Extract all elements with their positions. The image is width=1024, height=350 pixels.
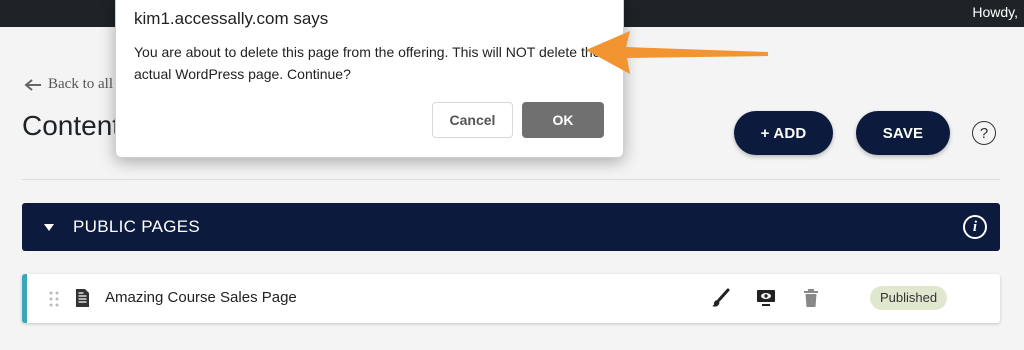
- info-icon[interactable]: i: [963, 215, 987, 239]
- ok-button[interactable]: OK: [522, 102, 604, 138]
- arrow-left-icon: [24, 78, 41, 91]
- page-title: Content: [22, 110, 121, 141]
- dialog-message: You are about to delete this page from t…: [134, 44, 601, 82]
- dialog-title: kim1.accessally.com says: [134, 9, 329, 28]
- divider: [22, 179, 1000, 180]
- trash-icon[interactable]: [802, 288, 820, 308]
- back-link[interactable]: Back to all: [24, 76, 113, 93]
- help-icon[interactable]: ?: [972, 121, 996, 145]
- add-button[interactable]: + ADD: [734, 111, 833, 155]
- howdy-greeting[interactable]: Howdy,: [972, 2, 1018, 22]
- status-badge: Published: [870, 286, 948, 310]
- caret-down-icon[interactable]: [44, 223, 54, 231]
- section-title: PUBLIC PAGES: [73, 217, 201, 236]
- preview-icon[interactable]: [756, 288, 776, 308]
- document-icon: [76, 289, 89, 307]
- list-item[interactable]: Amazing Course Sales Page Published: [22, 274, 1000, 323]
- confirm-dialog: kim1.accessally.com says You are about t…: [115, 0, 624, 158]
- row-title: Amazing Course Sales Page: [105, 289, 297, 306]
- cancel-button[interactable]: Cancel: [432, 102, 513, 138]
- back-link-label: Back to all: [48, 76, 113, 92]
- section-header-public-pages[interactable]: PUBLIC PAGES i: [22, 203, 1000, 251]
- annotation-arrow: [586, 31, 768, 74]
- save-button[interactable]: SAVE: [856, 111, 950, 155]
- drag-handle-icon[interactable]: [49, 291, 59, 307]
- brush-icon[interactable]: [710, 288, 730, 308]
